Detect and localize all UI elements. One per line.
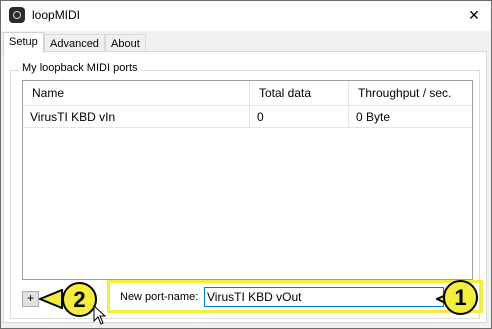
new-port-name-label: New port-name: [120,291,199,303]
tab-advanced[interactable]: Advanced [44,34,105,52]
close-icon[interactable]: ✕ [457,1,491,31]
ports-list[interactable]: Name Total data Throughput / sec. VirusT… [22,80,473,280]
tab-about[interactable]: About [105,34,146,52]
loopmidi-app-icon [9,7,25,23]
ports-group-label: My loopback MIDI ports [19,62,141,74]
tab-setup[interactable]: Setup [3,32,44,53]
title-bar[interactable]: loopMIDI ✕ [1,1,491,31]
column-header-name[interactable]: Name [23,81,250,105]
table-row[interactable]: VirusTI KBD vIn 0 0 Byte [23,106,472,128]
ports-list-header: Name Total data Throughput / sec. [23,81,472,106]
column-header-total-data[interactable]: Total data [250,81,349,105]
window-title: loopMIDI [32,8,81,22]
port-name-cell: VirusTI KBD vIn [23,106,250,128]
add-port-button[interactable]: + [22,291,39,307]
new-port-name-input[interactable] [204,287,444,307]
mouse-pointer-icon [93,305,107,325]
total-data-cell: 0 [250,106,349,128]
throughput-cell: 0 Byte [349,106,472,128]
callout-badge-2: 2 [62,282,97,317]
tab-strip: Setup Advanced About [1,31,491,53]
column-header-throughput[interactable]: Throughput / sec. [349,81,472,105]
callout-2-pointer [39,289,63,309]
callout-badge-1: 1 [443,280,478,315]
